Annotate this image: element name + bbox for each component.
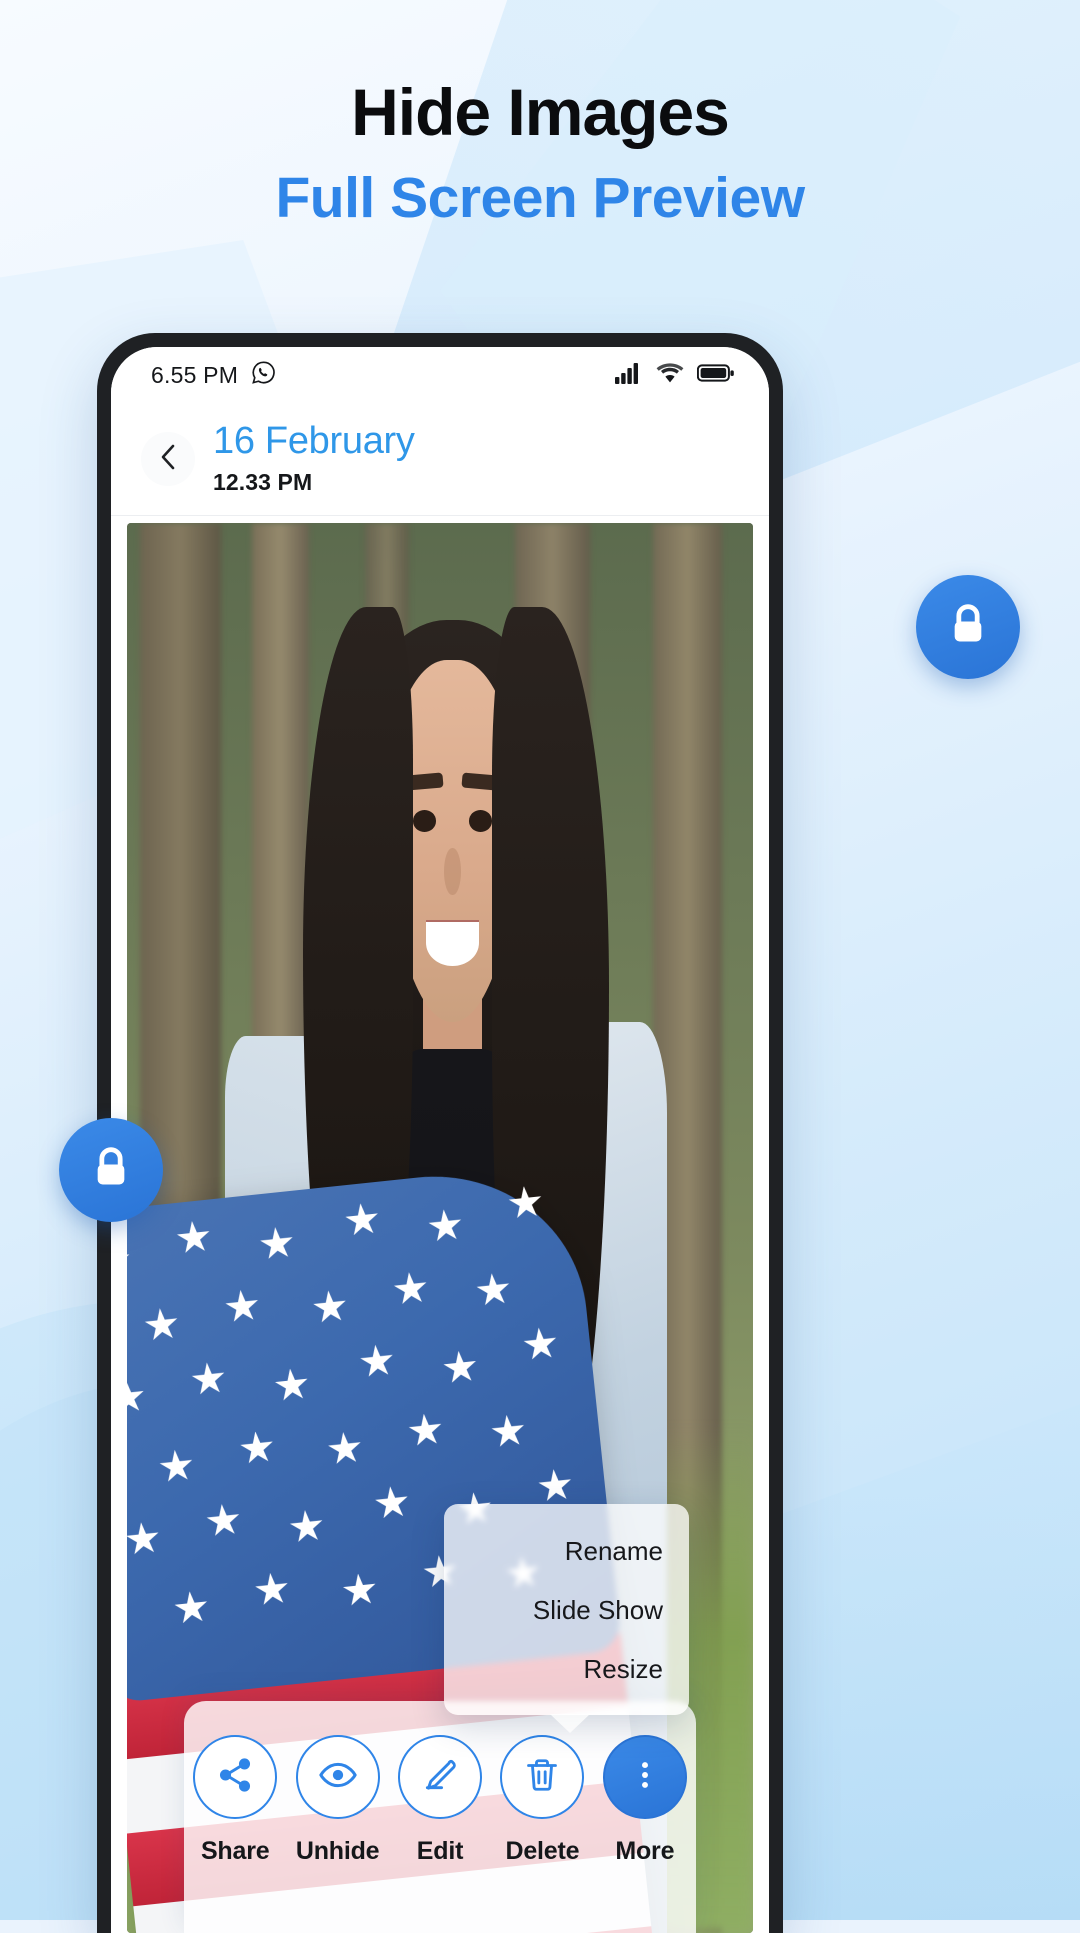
phone-screen: 6.55 PM	[111, 347, 769, 1933]
header-text-block: 16 February 12.33 PM	[213, 422, 415, 496]
status-bar-left: 6.55 PM	[151, 360, 276, 390]
toolbar-label-unhide: Unhide	[296, 1837, 380, 1866]
status-bar-right	[615, 362, 735, 389]
status-bar-time: 6.55 PM	[151, 362, 238, 389]
edit-button[interactable]	[398, 1735, 482, 1819]
toolbar-item-unhide[interactable]: Unhide	[286, 1735, 388, 1866]
more-vertical-icon	[628, 1758, 662, 1797]
header-time: 12.33 PM	[213, 469, 415, 496]
chevron-left-icon	[157, 442, 179, 477]
toolbar-label-edit: Edit	[417, 1837, 463, 1866]
promo-subheadline: Full Screen Preview	[0, 169, 1080, 229]
lock-icon	[86, 1143, 136, 1198]
promo-headline: Hide Images	[0, 78, 1080, 147]
action-toolbar: Share Unhide	[184, 1701, 696, 1933]
toolbar-item-delete[interactable]: Delete	[491, 1735, 593, 1866]
toolbar-item-share[interactable]: Share	[184, 1735, 286, 1866]
toolbar-label-more: More	[615, 1837, 674, 1866]
battery-icon	[697, 362, 735, 389]
whatsapp-icon	[251, 360, 276, 390]
context-menu[interactable]: Rename Slide Show Resize	[444, 1504, 689, 1715]
status-bar: 6.55 PM	[111, 347, 769, 403]
unhide-button[interactable]	[296, 1735, 380, 1819]
app-header: 16 February 12.33 PM	[111, 403, 769, 516]
toolbar-item-more[interactable]: More	[594, 1735, 696, 1866]
trash-icon	[523, 1756, 561, 1799]
promo-headline-block: Hide Images Full Screen Preview	[0, 78, 1080, 229]
phone-mockup: 6.55 PM	[97, 333, 783, 1933]
more-button[interactable]	[603, 1735, 687, 1819]
menu-pointer	[550, 1714, 590, 1733]
toolbar-item-edit[interactable]: Edit	[389, 1735, 491, 1866]
share-button[interactable]	[193, 1735, 277, 1819]
lock-badge-top-right[interactable]	[916, 575, 1020, 679]
lock-icon	[943, 600, 993, 655]
delete-button[interactable]	[500, 1735, 584, 1819]
menu-item-rename[interactable]: Rename	[444, 1522, 689, 1581]
toolbar-label-delete: Delete	[506, 1837, 580, 1866]
share-icon	[216, 1756, 254, 1799]
pencil-edit-icon	[421, 1756, 459, 1799]
wifi-icon	[656, 362, 684, 389]
eye-icon	[318, 1755, 358, 1800]
toolbar-label-share: Share	[201, 1837, 269, 1866]
header-date: 16 February	[213, 422, 415, 462]
lock-badge-left[interactable]	[59, 1118, 163, 1222]
menu-item-resize[interactable]: Resize	[444, 1640, 689, 1699]
menu-item-slide-show[interactable]: Slide Show	[444, 1581, 689, 1640]
signal-icon	[615, 362, 643, 389]
back-button[interactable]	[141, 432, 195, 486]
